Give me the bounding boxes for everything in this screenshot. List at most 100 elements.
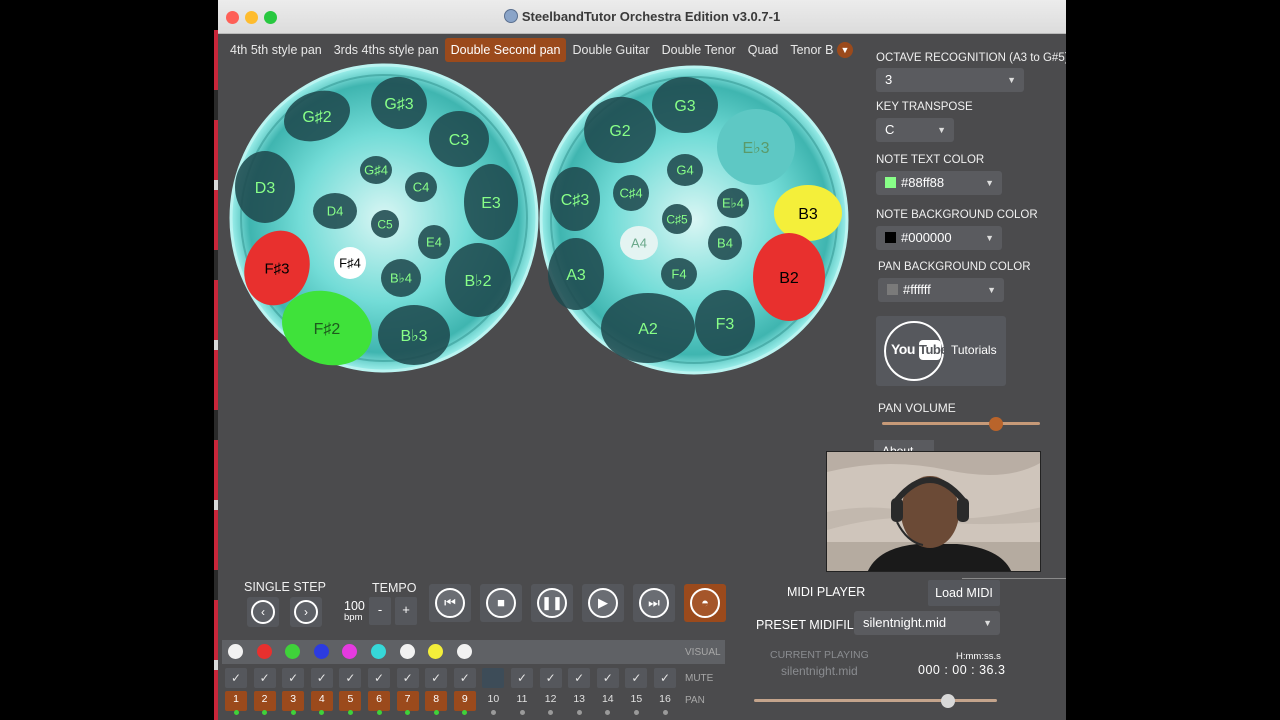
pan-toggle-3[interactable]: 3 (282, 691, 305, 711)
visual-color-dot[interactable] (256, 644, 272, 659)
volume-slider-knob[interactable] (988, 417, 1003, 431)
youtube-tutorials-button[interactable]: You Tube Tutorials (876, 316, 1006, 386)
note-f4[interactable]: F4 (661, 258, 697, 290)
pan-toggle-5[interactable]: 5 (339, 691, 362, 711)
note-e3[interactable]: E3 (464, 164, 518, 240)
note-gsharp4[interactable]: G♯4 (360, 156, 392, 184)
pan-toggle-4[interactable]: 4 (310, 691, 333, 711)
chevron-down-icon[interactable]: ▼ (837, 42, 853, 58)
visual-color-dot[interactable] (228, 644, 243, 659)
pan-toggle-7[interactable]: 7 (396, 691, 419, 711)
chevron-left-icon[interactable]: ‹ (251, 600, 275, 624)
note-bflat4[interactable]: B♭4 (381, 259, 421, 297)
play-button[interactable]: ▶ (582, 584, 624, 622)
note-g4[interactable]: G4 (667, 154, 703, 186)
pan-status-led (319, 710, 325, 715)
tab-quad[interactable]: Quad (742, 38, 785, 62)
pan-toggle-8[interactable]: 8 (425, 691, 448, 711)
bg-color-select[interactable]: #000000 ▼ (876, 226, 1002, 250)
pan-toggle-13[interactable]: 13 (568, 691, 590, 711)
mute-checkbox[interactable]: ✓ (425, 668, 448, 688)
volume-slider[interactable] (882, 422, 1040, 425)
pan-toggle-1[interactable]: 1 (225, 691, 247, 711)
note-a4[interactable]: A4 (620, 226, 658, 260)
chevron-right-icon[interactable]: › (294, 600, 318, 624)
pan-toggle-12[interactable]: 12 (540, 691, 562, 711)
mute-checkbox[interactable]: ✓ (511, 668, 533, 688)
note-csharp3[interactable]: C♯3 (550, 167, 600, 231)
tab-double-second-pan[interactable]: Double Second pan (444, 38, 567, 62)
tempo-minus-button[interactable]: - (369, 597, 391, 625)
tab-double-guitar[interactable]: Double Guitar (566, 38, 655, 62)
mute-checkbox[interactable]: ✓ (625, 668, 648, 688)
note-fsharp4[interactable]: F♯4 (334, 247, 366, 279)
mute-checkbox[interactable]: ✓ (453, 668, 476, 688)
mute-checkbox[interactable]: ✓ (568, 668, 591, 688)
transpose-select[interactable]: C ▼ (876, 118, 954, 142)
pan-status-led (605, 710, 611, 715)
note-c4[interactable]: C4 (405, 172, 437, 202)
pan-toggle-11[interactable]: 11 (511, 691, 533, 711)
note-a2[interactable]: A2 (601, 293, 695, 363)
note-e4[interactable]: E4 (418, 225, 450, 259)
tab-4th-5th-style-pan[interactable]: 4th 5th style pan (224, 38, 328, 62)
note-c3[interactable]: C3 (429, 111, 489, 167)
note-csharp5[interactable]: C♯5 (662, 204, 692, 234)
mute-checkbox[interactable]: ✓ (654, 668, 676, 688)
pan-bg-select[interactable]: #ffffff ▼ (878, 278, 1004, 302)
note-b3[interactable]: B3 (774, 185, 842, 241)
note-d3[interactable]: D3 (235, 151, 295, 223)
note-eflat3[interactable]: E♭3 (717, 109, 795, 185)
tempo-plus-button[interactable]: + (395, 597, 417, 625)
mute-checkbox[interactable]: ✓ (225, 668, 247, 688)
pan-toggle-2[interactable]: 2 (253, 691, 276, 711)
visual-color-dot[interactable] (371, 644, 386, 659)
mute-checkbox[interactable]: ✓ (339, 668, 362, 688)
pan-toggle-6[interactable]: 6 (368, 691, 390, 711)
mute-checkbox[interactable]: ✓ (396, 668, 419, 688)
note-bflat2[interactable]: B♭2 (445, 243, 511, 317)
note-d4[interactable]: D4 (313, 193, 357, 229)
mute-checkbox[interactable]: ✓ (539, 668, 562, 688)
tab-double-tenor[interactable]: Double Tenor (656, 38, 742, 62)
mute-label: MUTE (685, 673, 714, 684)
right-pan-drawing: G3 G2 E♭3 G4 C♯3 C♯4 E♭4 B3 C♯5 A4 B4 A3 F4 B2 A2 F3 (539, 65, 849, 375)
pause-button[interactable]: ❚❚ (531, 584, 573, 622)
note-b2[interactable]: B2 (753, 233, 825, 321)
note-bflat3[interactable]: B♭3 (378, 305, 450, 365)
tab-tenor-bas[interactable]: Tenor Bas (784, 38, 834, 62)
skip-back-button[interactable]: ⏮ (429, 584, 471, 622)
mute-checkbox[interactable]: ✓ (368, 668, 390, 688)
tab-3rds-4ths-style-pan[interactable]: 3rds 4ths style pan (328, 38, 445, 62)
pan-toggle-16[interactable]: 16 (654, 691, 676, 711)
steelpan-mode-button[interactable]: ◓ (684, 584, 726, 622)
pan-toggle-10[interactable]: 10 (482, 691, 504, 711)
visual-color-dot[interactable] (399, 644, 415, 659)
note-b4[interactable]: B4 (708, 226, 742, 260)
octave-select[interactable]: 3 ▼ (876, 68, 1024, 92)
playback-slider[interactable] (754, 699, 997, 702)
mute-checkbox[interactable]: ✓ (253, 668, 276, 688)
skip-forward-button[interactable]: ⏭ (633, 584, 675, 622)
preset-midifile-select[interactable]: silentnight.mid ▼ (854, 611, 1000, 635)
pan-toggle-14[interactable]: 14 (597, 691, 619, 711)
mute-checkbox[interactable]: ✓ (482, 668, 505, 688)
visual-color-dot[interactable] (313, 644, 329, 659)
mute-checkbox[interactable]: ✓ (310, 668, 333, 688)
pan-toggle-15[interactable]: 15 (625, 691, 647, 711)
playback-slider-knob[interactable] (941, 694, 956, 708)
note-label: D3 (255, 180, 276, 197)
load-midi-button[interactable]: Load MIDI (928, 580, 1000, 606)
note-c5[interactable]: C5 (371, 210, 399, 238)
text-color-select[interactable]: #88ff88 ▼ (876, 171, 1002, 195)
mute-checkbox[interactable]: ✓ (596, 668, 619, 688)
note-a3[interactable]: A3 (548, 238, 604, 310)
mute-checkbox[interactable]: ✓ (282, 668, 305, 688)
pan-toggle-9[interactable]: 9 (453, 691, 476, 711)
note-eflat4[interactable]: E♭4 (717, 188, 749, 218)
note-g3[interactable]: G3 (652, 77, 718, 133)
note-f3[interactable]: F3 (695, 290, 755, 356)
visual-color-dot[interactable] (456, 644, 472, 659)
stop-button[interactable]: ■ (480, 584, 522, 622)
note-csharp4[interactable]: C♯4 (613, 175, 649, 211)
